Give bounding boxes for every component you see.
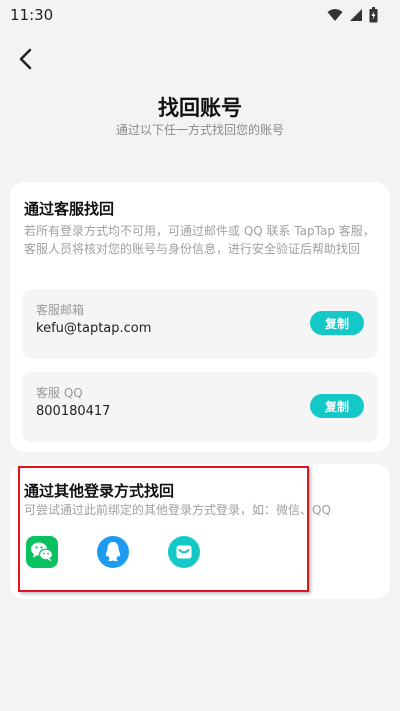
page-title: 找回账号 [158, 96, 242, 120]
page-subtitle: 通过以下任一方式找回您的账号 [115, 123, 284, 137]
qq-icon[interactable] [97, 536, 129, 568]
copy-qq-button[interactable]: 复制 [310, 394, 364, 418]
qq-contact-box: 客服 QQ 800180417 复制 [22, 372, 378, 442]
customer-service-title: 通过客服找回 [24, 200, 115, 218]
email-value: kefu@taptap.com [36, 321, 152, 336]
status-bar: 11:30 [0, 0, 400, 30]
status-icons [327, 7, 378, 23]
qq-value: 800180417 [36, 404, 111, 419]
back-button[interactable] [14, 44, 40, 74]
chevron-left-icon [19, 48, 32, 70]
signal-icon [350, 9, 362, 21]
taptap-login-icon[interactable] [168, 536, 200, 568]
email-contact-box: 客服邮箱 kefu@taptap.com 复制 [22, 289, 378, 359]
wechat-icon[interactable] [26, 536, 58, 568]
other-login-card: 通过其他登录方式找回 可尝试通过此前绑定的其他登录方式登录，如：微信、QQ [10, 464, 390, 599]
copy-email-button[interactable]: 复制 [310, 311, 364, 335]
battery-icon [369, 7, 378, 23]
email-label: 客服邮箱 [36, 303, 85, 317]
status-time: 11:30 [10, 6, 54, 24]
other-login-title: 通过其他登录方式找回 [24, 482, 175, 500]
customer-service-card: 通过客服找回 若所有登录方式均不可用，可通过邮件或 QQ 联系 TapTap 客… [10, 182, 390, 452]
qq-label: 客服 QQ [36, 386, 83, 400]
wifi-icon [327, 9, 343, 21]
other-login-description: 可尝试通过此前绑定的其他登录方式登录，如：微信、QQ [24, 503, 331, 517]
customer-service-description: 若所有登录方式均不可用，可通过邮件或 QQ 联系 TapTap 客服，客服人员将… [24, 224, 375, 256]
